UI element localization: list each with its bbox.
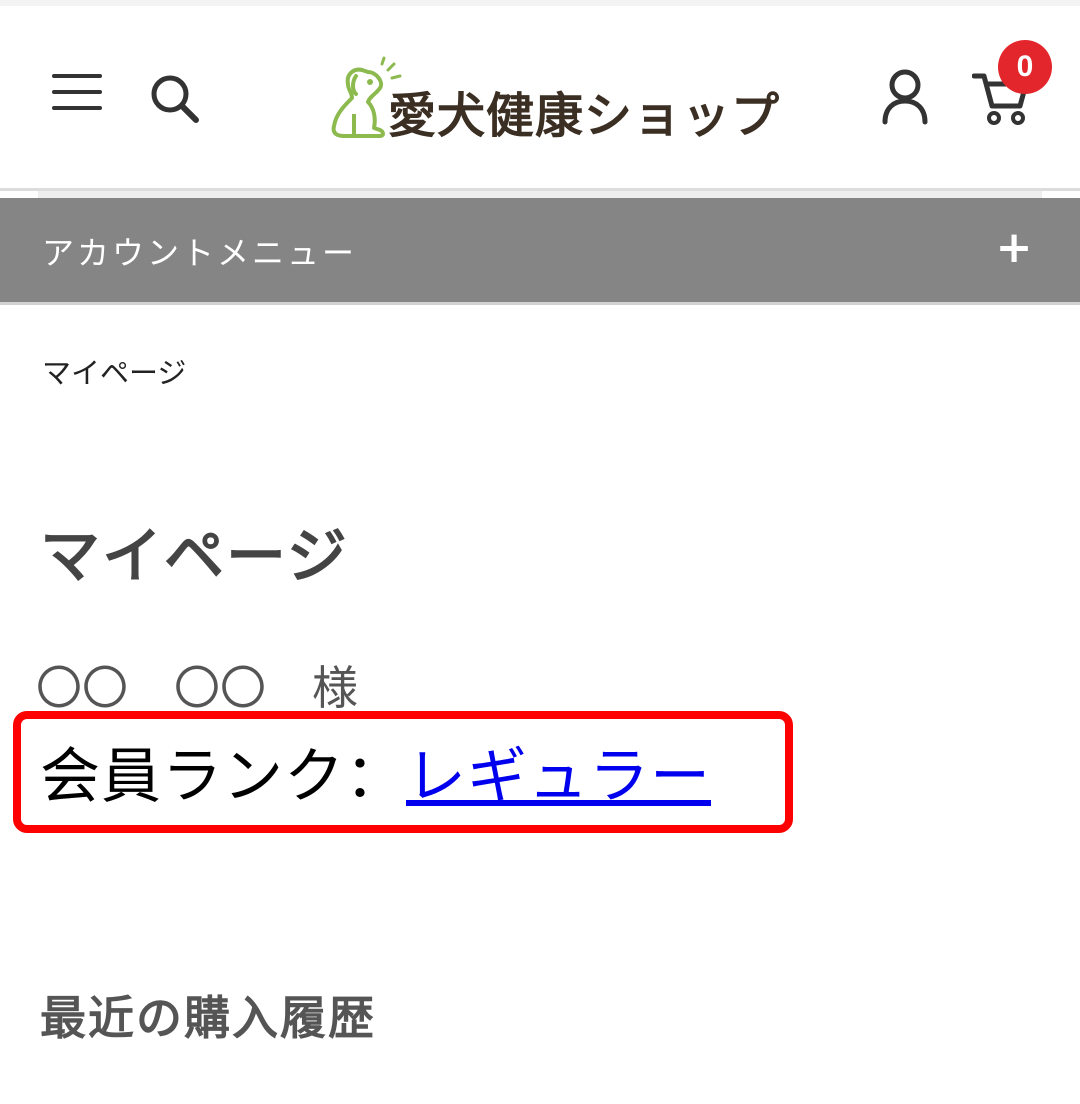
member-rank-label: 会員ランク： bbox=[40, 742, 406, 812]
cart-count-badge: 0 bbox=[998, 40, 1052, 94]
breadcrumb: マイページ bbox=[42, 350, 186, 392]
member-rank: 会員ランク：レギュラー bbox=[40, 728, 711, 815]
account-menu-toggle[interactable]: アカウントメニュー + bbox=[0, 198, 1080, 302]
account-menu-label: アカウントメニュー bbox=[42, 234, 358, 272]
recent-purchases-heading: 最近の購入履歴 bbox=[40, 991, 376, 1045]
account-menu-divider bbox=[0, 302, 1080, 305]
logo-text: 愛犬健康ショップ bbox=[388, 88, 781, 144]
site-logo[interactable]: 愛犬健康ショップ bbox=[318, 56, 779, 146]
user-account-icon[interactable] bbox=[880, 68, 930, 126]
search-icon[interactable] bbox=[148, 72, 202, 126]
hamburger-menu-icon[interactable] bbox=[52, 70, 106, 114]
page-title: マイページ bbox=[40, 522, 349, 592]
header-divider-inner bbox=[38, 191, 1042, 198]
member-rank-link[interactable]: レギュラー bbox=[406, 742, 711, 812]
customer-name: 〇〇 〇〇 様 bbox=[36, 661, 358, 715]
breadcrumb-current: マイページ bbox=[42, 356, 187, 390]
plus-icon: + bbox=[995, 222, 1033, 273]
site-header: 愛犬健康ショップ 0 bbox=[0, 6, 1080, 190]
